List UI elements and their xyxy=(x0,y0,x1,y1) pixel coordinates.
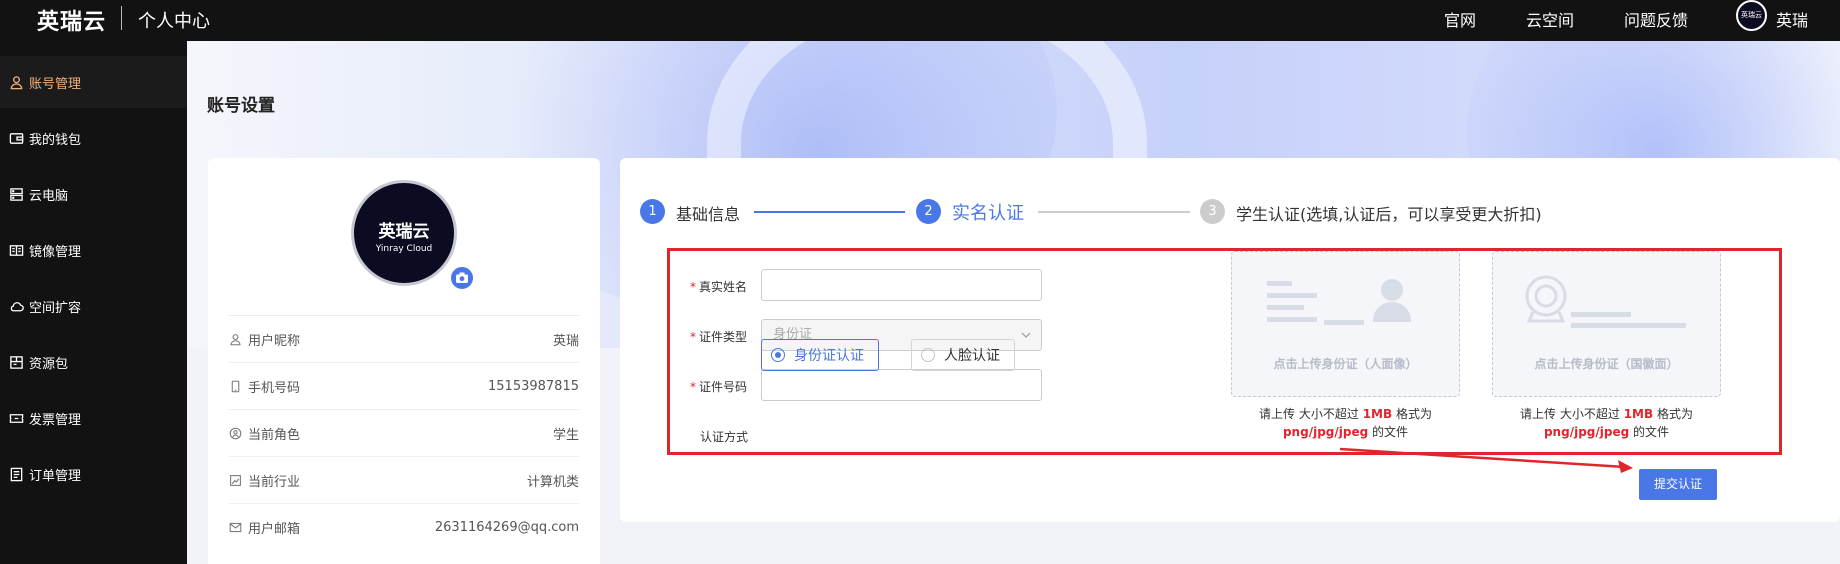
radio-empty-icon xyxy=(921,348,935,362)
upload-front-hint: 请上传 大小不超过 1MB 格式为 png/jpg/jpeg 的文件 xyxy=(1259,407,1432,439)
top-bar: 英瑞云 个人中心 官网 云空间 问题反馈 英瑞云 英瑞 xyxy=(0,0,1840,41)
camera-icon[interactable] xyxy=(448,264,476,292)
chevron-down-icon xyxy=(1021,332,1031,338)
info-value: 英瑞 xyxy=(552,333,579,349)
book-icon xyxy=(9,244,24,256)
upload-id-back[interactable]: 点击上传身份证（国徽面） xyxy=(1492,251,1721,397)
brand-logo[interactable]: 英瑞云 xyxy=(37,4,106,36)
user-icon xyxy=(10,75,23,89)
section-title: 个人中心 xyxy=(138,11,210,32)
user-avatar[interactable]: 英瑞云 xyxy=(1736,0,1767,31)
info-label: 当前行业 xyxy=(248,474,301,490)
nav-feedback[interactable]: 问题反馈 xyxy=(1624,7,1688,31)
nav-cloud-space[interactable]: 云空间 xyxy=(1526,7,1574,31)
info-label: 当前角色 xyxy=(248,427,301,443)
page-title: 账号设置 xyxy=(207,96,275,116)
id-number-label: * 证件号码 xyxy=(690,380,748,394)
id-number-input[interactable] xyxy=(761,369,1042,401)
server-icon xyxy=(10,187,23,201)
upload-id-front[interactable]: 点击上传身份证（人面像） xyxy=(1231,251,1460,397)
info-row-role: 当前角色 学生 xyxy=(229,409,579,456)
verification-card: 1 基础信息 2 实名认证 3 学生认证(选填,认证后，可以享受更大折扣) * 真… xyxy=(620,158,1840,522)
info-label: 用户邮箱 xyxy=(248,521,301,537)
radio-label: 身份证认证 xyxy=(794,348,864,364)
sidebar-item-label: 镜像管理 xyxy=(29,244,82,260)
sidebar-item-label: 我的钱包 xyxy=(29,132,82,148)
upload-back-hint: 请上传 大小不超过 1MB 格式为 png/jpg/jpeg 的文件 xyxy=(1520,407,1693,439)
info-row-email: 用户邮箱 2631164269@qq.com xyxy=(229,503,579,550)
industry-icon xyxy=(230,474,241,486)
info-value: 计算机类 xyxy=(526,474,579,490)
sidebar-item-image[interactable]: 镜像管理 xyxy=(0,224,187,276)
info-row-industry: 当前行业 计算机类 xyxy=(229,456,579,503)
info-value: 2631164269@qq.com xyxy=(434,519,579,535)
ticket-icon xyxy=(9,413,24,423)
upload-front-caption: 点击上传身份证（人面像） xyxy=(1273,357,1418,371)
step-1-number: 1 xyxy=(640,199,665,224)
phone-icon xyxy=(231,380,240,392)
info-row-nickname: 用户昵称 英瑞 xyxy=(229,315,579,362)
id-back-placeholder-icon xyxy=(1525,275,1686,328)
radio-face[interactable]: 人脸认证 xyxy=(911,339,1015,371)
sidebar-item-expand[interactable]: 空间扩容 xyxy=(0,280,187,332)
real-name-label: * 真实姓名 xyxy=(690,280,748,294)
info-label: 用户昵称 xyxy=(248,333,301,349)
wallet-icon xyxy=(9,132,24,144)
sidebar-item-label: 账号管理 xyxy=(29,76,82,92)
info-value: 15153987815 xyxy=(488,378,579,394)
package-icon xyxy=(10,355,23,369)
radio-id-card[interactable]: 身份证认证 xyxy=(761,339,879,371)
step-connector xyxy=(754,211,905,213)
avatar-brand-en: Yinray Cloud xyxy=(375,244,433,254)
sidebar-item-invoice[interactable]: 发票管理 xyxy=(0,392,187,444)
header-divider xyxy=(121,6,122,30)
user-icon xyxy=(230,333,241,345)
id-type-label: * 证件类型 xyxy=(690,330,748,344)
radio-label: 人脸认证 xyxy=(944,348,1000,364)
document-icon xyxy=(10,467,23,481)
info-label: 手机号码 xyxy=(248,380,301,396)
step-connector xyxy=(1038,211,1190,213)
sidebar-item-label: 订单管理 xyxy=(29,468,82,484)
sidebar-item-label: 空间扩容 xyxy=(29,300,82,316)
id-front-placeholder-icon xyxy=(1267,279,1411,325)
info-value: 学生 xyxy=(552,427,579,443)
sidebar-item-orders[interactable]: 订单管理 xyxy=(0,448,187,500)
sidebar: 账号管理 我的钱包 云电脑 镜像管理 空间扩容 资源包 发票管理 订单管理 xyxy=(0,41,187,564)
sidebar-item-label: 发票管理 xyxy=(29,412,82,428)
profile-card: 英瑞云 Yinray Cloud 用户昵称 英瑞 手机号码 1515398781… xyxy=(208,158,600,564)
step-2-label: 实名认证 xyxy=(952,203,1024,224)
step-2-number: 2 xyxy=(916,199,941,224)
cloud-icon xyxy=(10,301,24,311)
radio-selected-icon xyxy=(771,348,785,362)
profile-avatar: 英瑞云 Yinray Cloud xyxy=(351,180,457,286)
main-content: 账号设置 英瑞云 Yinray Cloud 用户昵称 英瑞 手机号码 15153… xyxy=(187,41,1840,564)
avatar-brand: 英瑞云 xyxy=(378,222,430,242)
real-name-input[interactable] xyxy=(761,269,1042,301)
sidebar-item-wallet[interactable]: 我的钱包 xyxy=(0,112,187,164)
sidebar-item-cloud-pc[interactable]: 云电脑 xyxy=(0,168,187,220)
username[interactable]: 英瑞 xyxy=(1776,7,1808,31)
info-row-phone: 手机号码 15153987815 xyxy=(229,362,579,409)
sidebar-item-label: 资源包 xyxy=(29,356,69,372)
role-icon xyxy=(229,427,242,439)
sidebar-item-label: 云电脑 xyxy=(29,188,69,204)
step-3-label: 学生认证(选填,认证后，可以享受更大折扣) xyxy=(1236,205,1542,224)
mail-icon xyxy=(229,522,242,532)
upload-back-caption: 点击上传身份证（国徽面） xyxy=(1534,357,1679,371)
step-1-label: 基础信息 xyxy=(676,205,741,224)
submit-verification-button[interactable]: 提交认证 xyxy=(1639,469,1717,500)
annotation-arrow xyxy=(1339,447,1633,473)
sidebar-item-account[interactable]: 账号管理 xyxy=(0,56,187,108)
sidebar-item-resource-pack[interactable]: 资源包 xyxy=(0,336,187,388)
nav-official-site[interactable]: 官网 xyxy=(1444,7,1476,31)
step-3-number: 3 xyxy=(1200,199,1225,224)
method-label: 认证方式 xyxy=(700,430,749,444)
